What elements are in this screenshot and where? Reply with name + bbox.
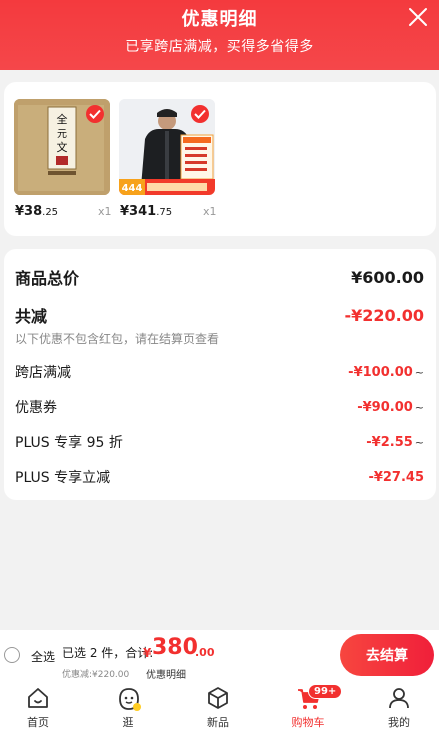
discount-amount-note: 优惠减:¥220.00 [62, 670, 130, 680]
total-currency: ¥ [143, 646, 152, 660]
svg-text:文: 文 [57, 140, 68, 154]
product-qty: x1 [203, 205, 217, 218]
svg-text:全: 全 [57, 112, 68, 126]
discount-label: PLUS 专享立减 [15, 470, 111, 486]
discount-row[interactable]: 优惠券 -¥90.00 ~ [15, 397, 424, 417]
discount-row[interactable]: 跨店满减 -¥100.00 ~ [15, 362, 424, 382]
product-price: ¥341.75 [120, 204, 173, 219]
stroll-face-icon [119, 688, 141, 711]
tab-stroll[interactable]: 逛 [98, 682, 158, 742]
close-button[interactable] [407, 6, 429, 28]
total-price-value: ¥600.00 [351, 267, 424, 287]
product-image-jacket: 444 [119, 99, 215, 195]
select-all-label[interactable]: 全选 [31, 648, 55, 665]
total-amount: 380 [152, 635, 198, 660]
discount-value: -¥27.45 [368, 469, 424, 485]
page-title: 优惠明细 [181, 9, 258, 30]
discount-row: PLUS 专享立减 -¥27.45 [15, 467, 424, 487]
tab-home[interactable]: 首页 [8, 682, 68, 742]
discount-detail-link[interactable]: 优惠明细 [146, 666, 186, 681]
discount-label: PLUS 专享 95 折 [15, 435, 123, 451]
new-box-icon [208, 687, 228, 709]
product-price: ¥38.25 [15, 204, 59, 219]
selected-info: 已选 2 件，合计: [62, 646, 154, 660]
discount-row[interactable]: PLUS 专享 95 折 -¥2.55 ~ [15, 432, 424, 452]
discount-value: -¥90.00 ~ [357, 399, 424, 415]
discount-value: -¥100.00 ~ [348, 364, 424, 380]
home-icon [28, 688, 48, 708]
select-all-radio[interactable] [4, 647, 20, 663]
promo-price: 444 [122, 183, 143, 194]
total-reduce-row: 共减 -¥220.00 [15, 303, 424, 327]
page-subtitle: 已享跨店满减，买得多省得多 [125, 39, 314, 55]
product-qty: x1 [98, 205, 112, 218]
product-item[interactable]: 444 ¥341.75 x1 [119, 99, 217, 219]
cart-badge: 99+ [308, 684, 343, 699]
bottom-tab-bar: 首页 逛 新品 99+ 购物车 我的 [0, 682, 439, 748]
tab-profile[interactable]: 我的 [369, 682, 429, 742]
product-item[interactable]: 全 元 文 ¥38.25 x1 [14, 99, 112, 219]
product-list-card: 全 元 文 ¥38.25 x1 444 ¥341.75 x1 [4, 82, 436, 236]
product-image-book: 全 元 文 [14, 99, 110, 195]
total-reduce-label: 共减 [15, 307, 48, 326]
total-price-row: 商品总价 ¥600.00 [15, 265, 424, 289]
total-amount-decimal: .00 [195, 646, 215, 659]
checkout-bar: 全选 已选 2 件，合计: ¥ 380 .00 优惠减:¥220.00 优惠明细… [0, 630, 439, 682]
tab-cart[interactable]: 99+ 购物车 [278, 682, 343, 742]
discount-label: 跨店满减 [15, 365, 71, 381]
tab-new[interactable]: 新品 [188, 682, 248, 742]
checkout-button[interactable]: 去结算 [340, 634, 434, 676]
expand-icon: ~ [414, 365, 424, 379]
discount-note: 以下优惠不包含红包，请在结算页查看 [15, 332, 220, 346]
svg-text:元: 元 [57, 129, 67, 140]
discount-label: 优惠券 [15, 400, 57, 416]
price-summary-card: 商品总价 ¥600.00 共减 -¥220.00 以下优惠不包含红包，请在结算页… [4, 249, 436, 500]
expand-icon: ~ [414, 400, 424, 414]
expand-icon: ~ [414, 435, 424, 449]
discount-value: -¥2.55 ~ [366, 434, 424, 450]
close-icon [409, 8, 427, 26]
profile-icon [389, 688, 409, 709]
total-price-label: 商品总价 [15, 269, 80, 288]
discount-detail-header: 优惠明细 已享跨店满减，买得多省得多 [0, 0, 439, 70]
total-reduce-value: -¥220.00 [344, 305, 424, 325]
selected-check-icon[interactable] [86, 105, 104, 123]
selected-check-icon[interactable] [191, 105, 209, 123]
